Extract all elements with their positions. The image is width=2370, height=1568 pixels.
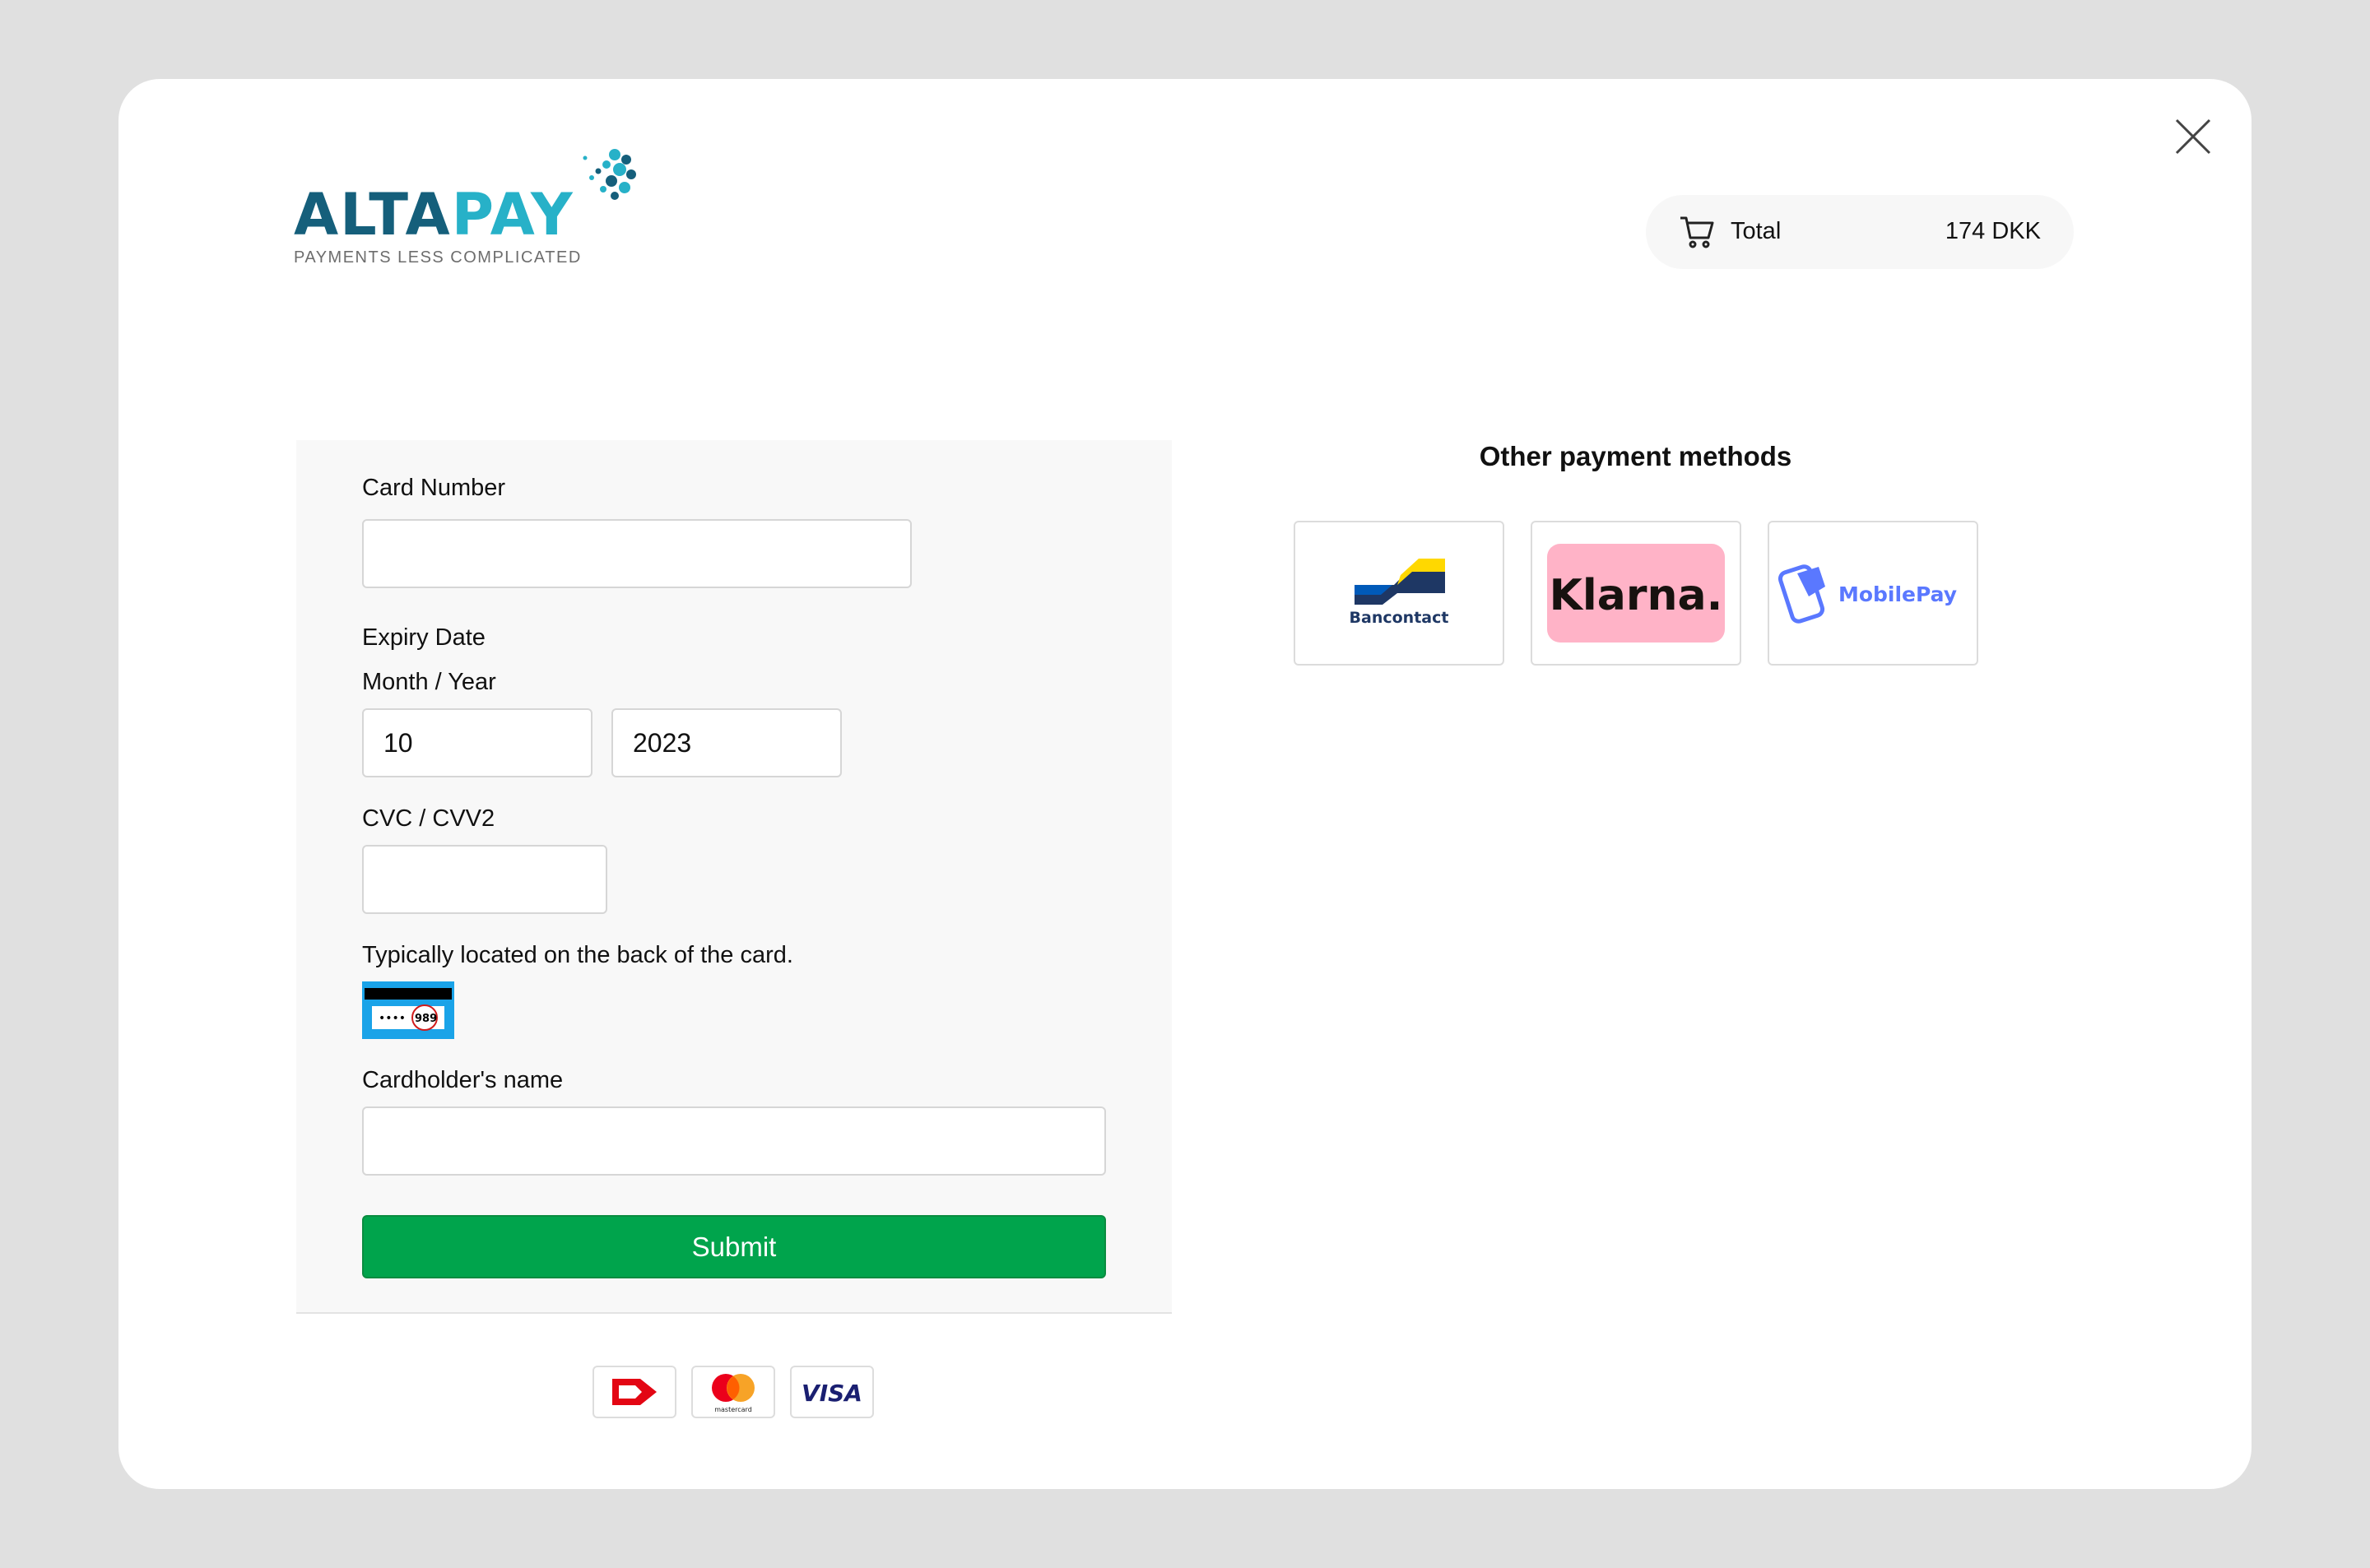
mobilepay-icon: MobilePay (1778, 564, 1957, 624)
logo-word-alta: ALTA (294, 181, 452, 248)
cvc-label: CVC / CVV2 (362, 805, 495, 832)
card-back-icon: •••• 989 (362, 981, 454, 1039)
visa-text: VISA (802, 1380, 862, 1407)
logo-dots-icon (583, 149, 636, 200)
card-number-label: Card Number (362, 475, 506, 501)
bancontact-option[interactable]: Bancontact (1294, 521, 1504, 666)
cart-icon (1680, 216, 1714, 248)
cvc-hint: Typically located on the back of the car… (362, 942, 793, 968)
payment-modal: ALTAPAY PAYMENTS LESS COMPLICATED Total … (118, 79, 2252, 1489)
month-year-label: Month / Year (362, 669, 496, 695)
card-form: Card Number Expiry Date Month / Year CVC… (296, 440, 1172, 1314)
card-number-input[interactable] (362, 519, 912, 588)
cvc-input[interactable] (362, 845, 607, 914)
svg-text:••••: •••• (379, 1012, 406, 1025)
visa-icon: VISA (790, 1366, 874, 1418)
cardholder-name-input[interactable] (362, 1106, 1106, 1176)
logo-tagline: PAYMENTS LESS COMPLICATED (294, 248, 582, 267)
expiry-date-label: Expiry Date (362, 624, 486, 651)
total-label: Total (1731, 218, 1782, 244)
expiry-year-input[interactable] (611, 708, 842, 777)
dankort-icon (592, 1366, 676, 1418)
bancontact-icon: Bancontact (1350, 559, 1449, 627)
mastercard-icon: mastercard (691, 1366, 775, 1418)
expiry-month-input[interactable] (362, 708, 592, 777)
close-icon[interactable] (2172, 115, 2214, 158)
order-total: Total 174 DKK (1646, 195, 2074, 269)
bancontact-label: Bancontact (1350, 609, 1449, 627)
mastercard-text: mastercard (714, 1406, 752, 1413)
altapay-logo: ALTAPAY PAYMENTS LESS COMPLICATED (294, 143, 636, 275)
cvc-card-digits: 989 (415, 1013, 437, 1025)
mobilepay-label: MobilePay (1838, 582, 1957, 606)
klarna-option[interactable]: Klarna. (1531, 521, 1741, 666)
klarna-label: Klarna. (1550, 571, 1723, 620)
klarna-icon: Klarna. (1547, 544, 1725, 643)
mobilepay-option[interactable]: MobilePay (1768, 521, 1978, 666)
other-methods-title: Other payment methods (1479, 441, 1792, 471)
submit-button[interactable]: Submit (362, 1215, 1106, 1278)
logo-word-pay: PAY (451, 181, 574, 248)
cardholder-label: Cardholder's name (362, 1067, 564, 1093)
total-amount: 174 DKK (1945, 218, 2041, 244)
